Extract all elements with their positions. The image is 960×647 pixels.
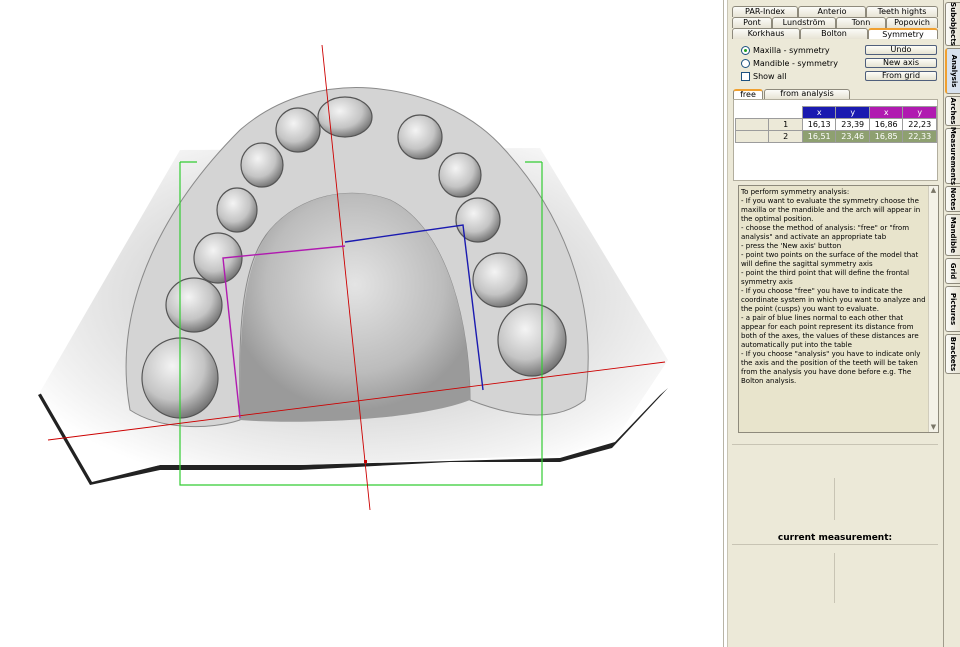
table-cell[interactable]: 16,86 (868, 118, 904, 131)
divider-top (834, 478, 835, 520)
table-cell[interactable]: 22,23 (902, 118, 937, 131)
table-cell[interactable]: 16,51 (801, 130, 837, 143)
vtab-analysis[interactable]: Analysis (945, 48, 960, 94)
table-header-row: x y x y (735, 106, 937, 119)
show-all-checkbox[interactable]: Show all (741, 71, 786, 82)
table-cell[interactable]: 23,46 (835, 130, 870, 143)
instructions-scrollbar[interactable]: ▲ ▼ (928, 186, 938, 432)
instructions-box: To perform symmetry analysis: - If you w… (738, 185, 939, 433)
model-viewport[interactable] (0, 0, 724, 647)
scroll-up-icon[interactable]: ▲ (929, 186, 938, 195)
mandible-symmetry-option[interactable]: Mandible - symmetry (741, 58, 838, 69)
subtab-free[interactable]: free (733, 89, 763, 99)
table-cell[interactable]: 16,85 (868, 130, 904, 143)
tab-teeth-hights[interactable]: Teeth hights (866, 6, 938, 17)
vtab-arches[interactable]: Arches (945, 96, 960, 126)
header-x2: x (868, 106, 904, 119)
separator-line-2 (732, 544, 938, 545)
header-y1: y (835, 106, 870, 119)
tab-pont[interactable]: Pont (732, 17, 772, 28)
from-grid-button[interactable]: From grid (865, 71, 937, 81)
vtab-brackets[interactable]: Brackets (945, 334, 960, 374)
tab-anterio[interactable]: Anterio (798, 6, 866, 17)
vtab-measurements[interactable]: Measurements (945, 127, 960, 185)
instructions-text: To perform symmetry analysis: - If you w… (741, 188, 926, 385)
tab-row-3: Korkhaus Bolton Symmetry (732, 28, 938, 39)
tab-tonn[interactable]: Tonn (836, 17, 886, 28)
row-index: 2 (768, 130, 803, 143)
vtab-pictures[interactable]: Pictures (945, 286, 960, 332)
measurement-table-panel: x y x y 1 16,13 23,39 16,86 22,23 2 16,5… (733, 99, 938, 181)
maxilla-symmetry-option[interactable]: Maxilla - symmetry (741, 45, 830, 56)
undo-button[interactable]: Undo (865, 45, 937, 55)
separator-line (732, 444, 938, 445)
vertical-tab-strip: Subobjects Analysis Arches Measurements … (943, 0, 960, 647)
tab-symmetry[interactable]: Symmetry (868, 28, 938, 39)
table-row[interactable]: 1 16,13 23,39 16,86 22,23 (734, 118, 937, 131)
measurement-table: x y x y 1 16,13 23,39 16,86 22,23 2 16,5… (734, 106, 937, 143)
vtab-subobjects[interactable]: Subobjects (945, 2, 960, 46)
scroll-down-icon[interactable]: ▼ (929, 423, 938, 432)
table-row[interactable]: 2 16,51 23,46 16,85 22,33 (734, 130, 937, 143)
tab-lundstrom[interactable]: Lundström (772, 17, 836, 28)
table-cell[interactable]: 16,13 (801, 118, 837, 131)
header-x1: x (801, 106, 837, 119)
tab-row-1: PAR-Index Anterio Teeth hights (732, 6, 938, 17)
tab-par-index[interactable]: PAR-Index (732, 6, 798, 17)
vtab-notes[interactable]: Notes (945, 186, 960, 212)
header-y2: y (902, 106, 937, 119)
tab-korkhaus[interactable]: Korkhaus (732, 28, 800, 39)
vtab-mandible[interactable]: Mandible (945, 214, 960, 256)
dental-model-render[interactable] (0, 0, 724, 647)
tab-popovich[interactable]: Popovich (886, 17, 938, 28)
tab-row-2: Pont Lundström Tonn Popovich (732, 17, 938, 28)
table-cell[interactable]: 22,33 (902, 130, 937, 143)
vtab-grid[interactable]: Grid (945, 258, 960, 284)
new-axis-button[interactable]: New axis (865, 58, 937, 68)
subtab-from-analysis[interactable]: from analysis (764, 89, 850, 99)
row-index: 1 (768, 118, 803, 131)
current-measurement-label: current measurement: (777, 533, 893, 543)
checkbox-box[interactable] (741, 72, 750, 81)
tab-bolton[interactable]: Bolton (800, 28, 868, 39)
divider-bottom (834, 553, 835, 603)
table-cell[interactable]: 23,39 (835, 118, 870, 131)
radio-selected[interactable] (741, 46, 750, 55)
radio-unselected[interactable] (741, 59, 750, 68)
axis-point (364, 460, 367, 463)
